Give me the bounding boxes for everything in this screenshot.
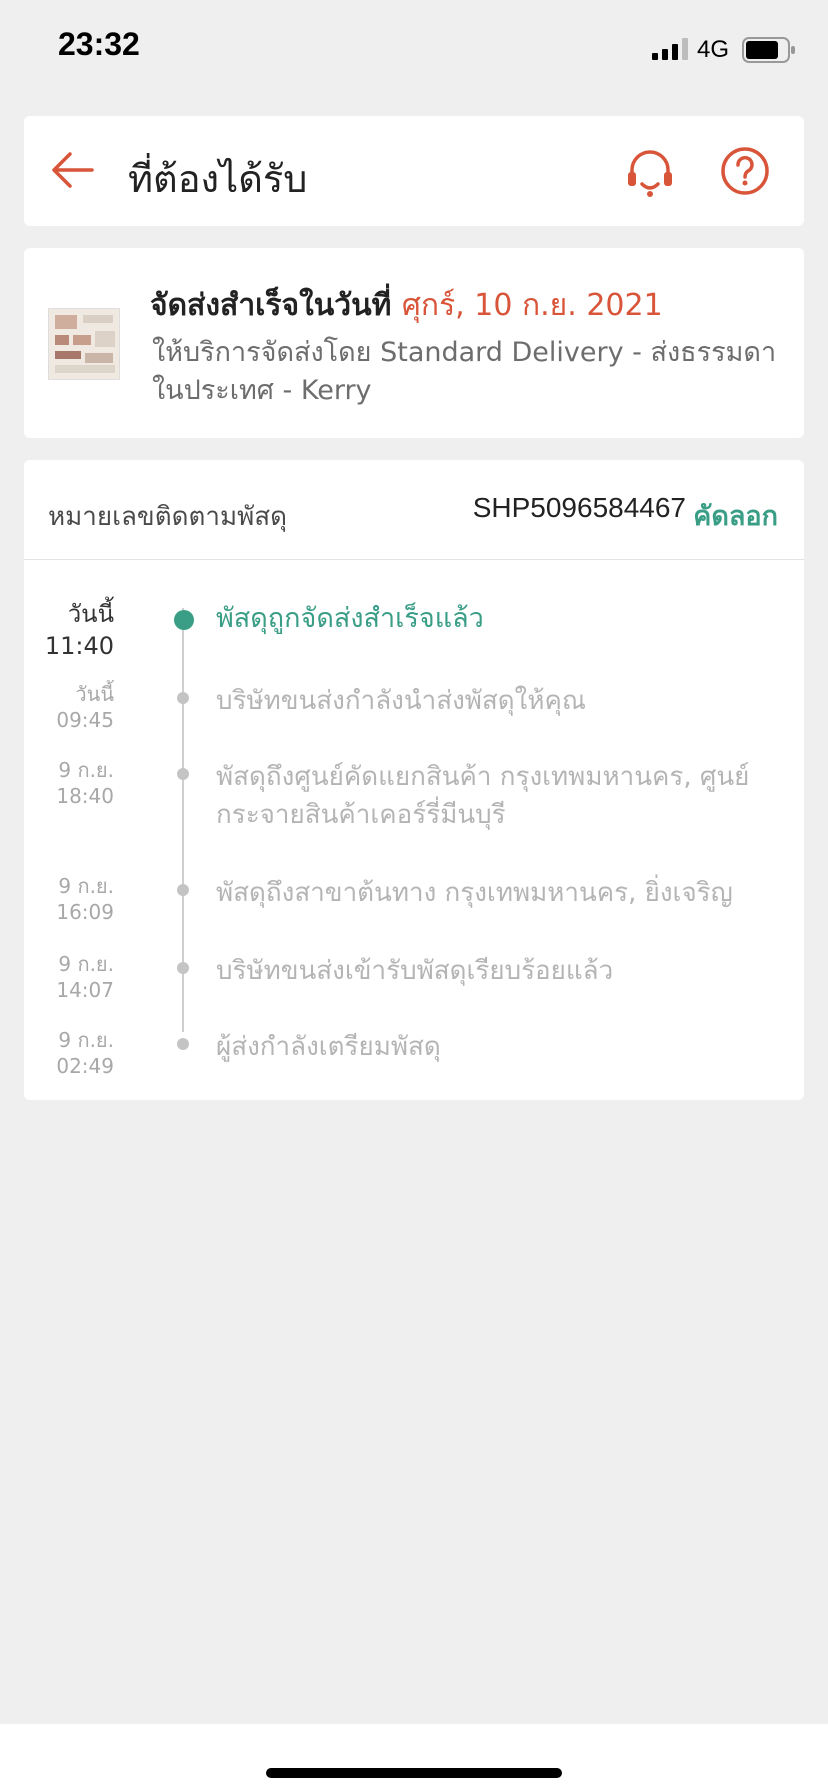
status-time: 23:32 bbox=[58, 26, 140, 62]
event-time: 14:07 bbox=[56, 978, 114, 1002]
event-time: 02:49 bbox=[56, 1054, 114, 1078]
back-arrow-icon[interactable] bbox=[48, 146, 96, 194]
delivery-summary-card: จัดส่งสำเร็จในวันที่ ศุกร์, 10 ก.ย. 2021… bbox=[24, 248, 804, 438]
event-day: 9 ก.ย. bbox=[58, 758, 114, 782]
timeline-dot-active bbox=[174, 610, 194, 630]
page-title: ที่ต้องได้รับ bbox=[128, 157, 308, 201]
event-day: วันนี้ bbox=[75, 682, 114, 706]
timeline-dot bbox=[177, 884, 189, 896]
event-time: 18:40 bbox=[56, 784, 114, 808]
event-day: วันนี้ bbox=[67, 600, 114, 628]
status-bar: 23:32 4G bbox=[0, 0, 828, 100]
timeline-dot bbox=[177, 692, 189, 704]
header-bar: ที่ต้องได้รับ bbox=[24, 116, 804, 226]
event-time: 16:09 bbox=[56, 900, 114, 924]
timeline-dot bbox=[177, 768, 189, 780]
event-text: พัสดุถึงศูนย์คัดแยกสินค้า กรุงเทพมหานคร,… bbox=[216, 762, 750, 830]
event-time: 09:45 bbox=[56, 708, 114, 732]
delivery-status-title: จัดส่งสำเร็จในวันที่ ศุกร์, 10 ก.ย. 2021 bbox=[150, 282, 663, 329]
headset-support-icon[interactable] bbox=[624, 146, 676, 198]
delivery-service-text: ให้บริการจัดส่งโดย Standard Delivery - ส… bbox=[152, 337, 777, 406]
event-day: 9 ก.ย. bbox=[58, 874, 114, 898]
timeline-dot bbox=[177, 1038, 189, 1050]
event-text: บริษัทขนส่งกำลังนำส่งพัสดุให้คุณ bbox=[216, 686, 587, 716]
network-type-label: 4G bbox=[697, 36, 730, 63]
event-text: พัสดุถึงสาขาต้นทาง กรุงเทพมหานคร, ยิ่งเจ… bbox=[216, 878, 733, 908]
cellular-signal-icon bbox=[652, 38, 688, 60]
event-day: 9 ก.ย. bbox=[58, 1028, 114, 1052]
home-indicator[interactable] bbox=[266, 1768, 562, 1778]
tracking-number-label: หมายเลขติดตามพัสดุ bbox=[48, 502, 287, 532]
delivery-date: ศุกร์, 10 ก.ย. 2021 bbox=[401, 288, 663, 323]
event-text: ผู้ส่งกำลังเตรียมพัสดุ bbox=[216, 1032, 441, 1062]
event-day: 9 ก.ย. bbox=[58, 952, 114, 976]
event-text: พัสดุถูกจัดส่งสำเร็จแล้ว bbox=[216, 603, 484, 634]
event-text: บริษัทขนส่งเข้ารับพัสดุเรียบร้อยแล้ว bbox=[216, 956, 614, 986]
tracking-number-row: หมายเลขติดตามพัสดุ SHP5096584467 คัดลอก bbox=[24, 460, 804, 560]
copy-tracking-button[interactable]: คัดลอก bbox=[693, 494, 778, 537]
tracking-card: หมายเลขติดตามพัสดุ SHP5096584467 คัดลอก … bbox=[24, 460, 804, 1100]
event-time: 11:40 bbox=[44, 632, 114, 660]
tracking-number: SHP5096584467 bbox=[472, 492, 686, 523]
product-thumbnail bbox=[48, 308, 120, 380]
home-indicator-area bbox=[0, 1724, 828, 1792]
delivery-status-prefix: จัดส่งสำเร็จในวันที่ bbox=[150, 288, 402, 323]
battery-icon bbox=[742, 37, 795, 63]
help-icon[interactable] bbox=[720, 146, 770, 196]
timeline-dot bbox=[177, 962, 189, 974]
